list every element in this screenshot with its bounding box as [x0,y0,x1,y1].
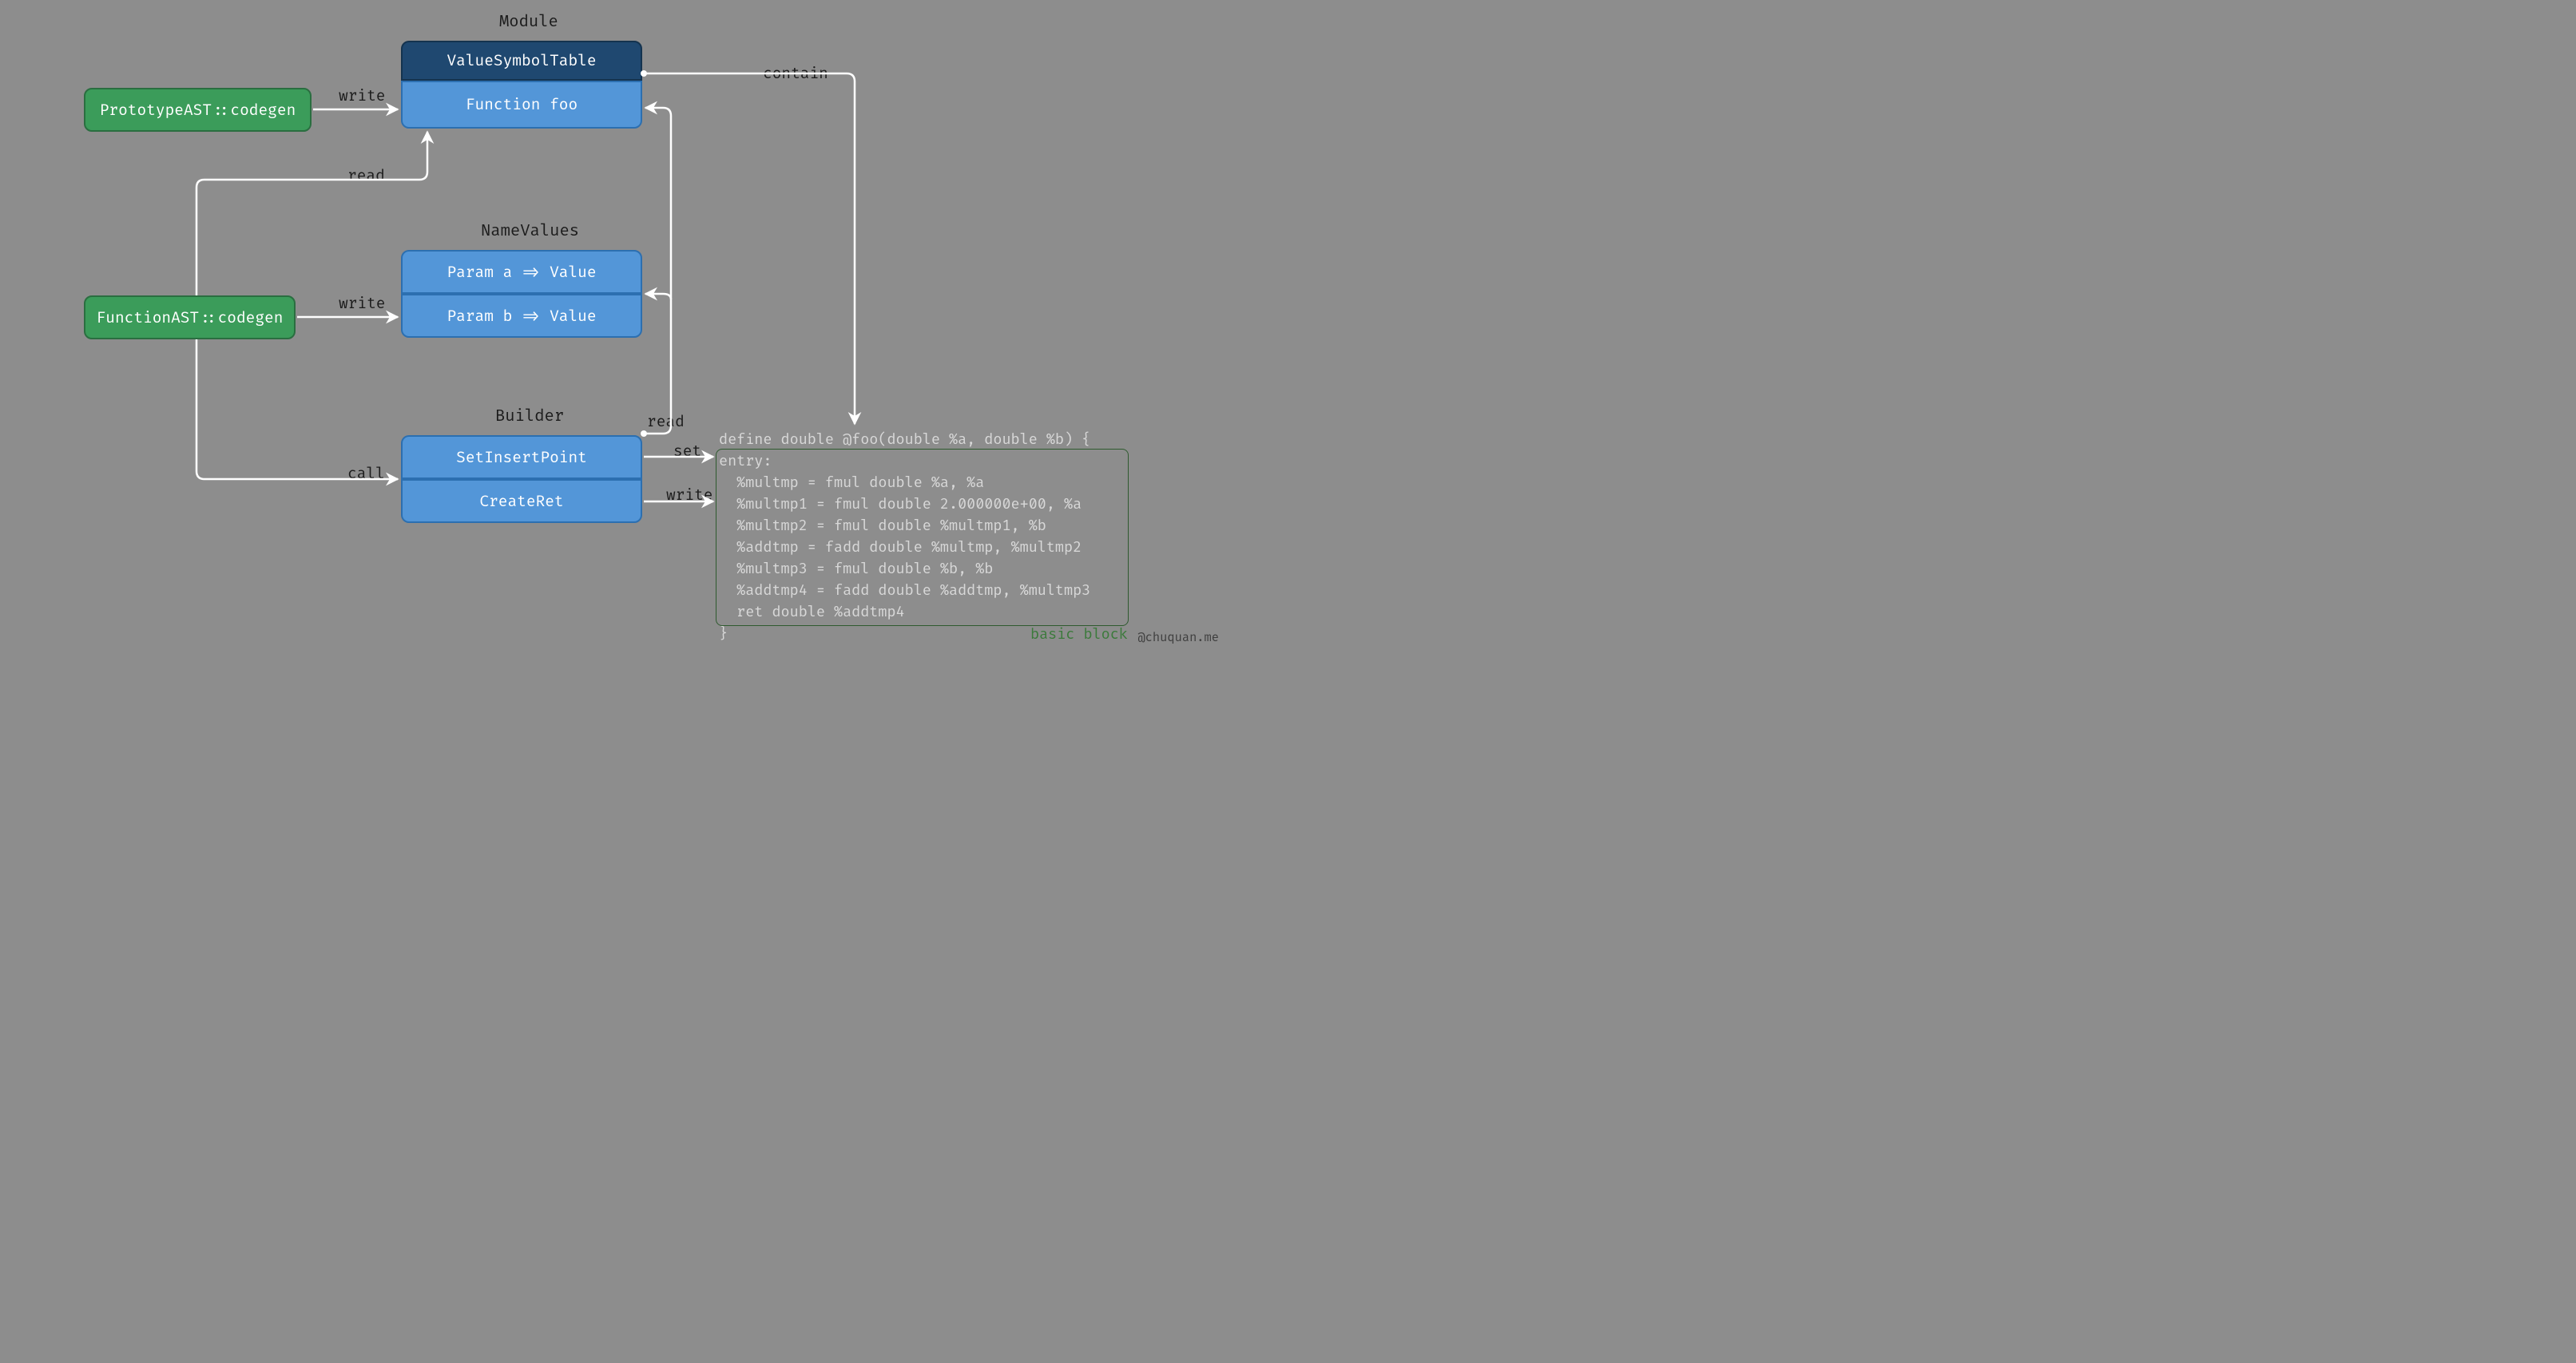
param-a-node: Param a => Value [401,250,642,294]
basic-block-box [716,449,1129,626]
functionfoo-label: Function foo [466,95,578,114]
edge-read2: read [647,412,685,431]
edge-call: call [347,464,385,483]
edge-write2: write [339,294,385,313]
basic-block-label: basic block [1030,625,1128,644]
module-title: Module [499,13,558,32]
namevalues-title: NameValues [481,222,579,241]
watermark: @chuquan.me [1137,630,1219,645]
param-a-label: Param a => Value [447,263,596,282]
createret-label: CreateRet [479,492,563,511]
builder-title: Builder [495,407,564,426]
edge-write3: write [666,485,712,505]
setinsert-label: SetInsertPoint [456,448,587,467]
edge-write1: write [339,86,385,105]
vst-node: ValueSymbolTable [401,41,642,81]
param-b-node: Param b => Value [401,294,642,338]
edge-read1: read [347,166,385,185]
createret-node: CreateRet [401,479,642,523]
functionast-node: FunctionAST::codegen [84,295,296,339]
edge-set: set [673,442,701,461]
param-b-label: Param b => Value [447,307,596,326]
vst-label: ValueSymbolTable [447,51,596,70]
functionast-label: FunctionAST::codegen [97,308,284,327]
edge-contain: contain [763,64,828,83]
setinsert-node: SetInsertPoint [401,435,642,479]
functionfoo-node: Function foo [401,81,642,129]
prototype-node: PrototypeAST::codegen [84,88,312,132]
prototype-label: PrototypeAST::codegen [100,101,296,120]
